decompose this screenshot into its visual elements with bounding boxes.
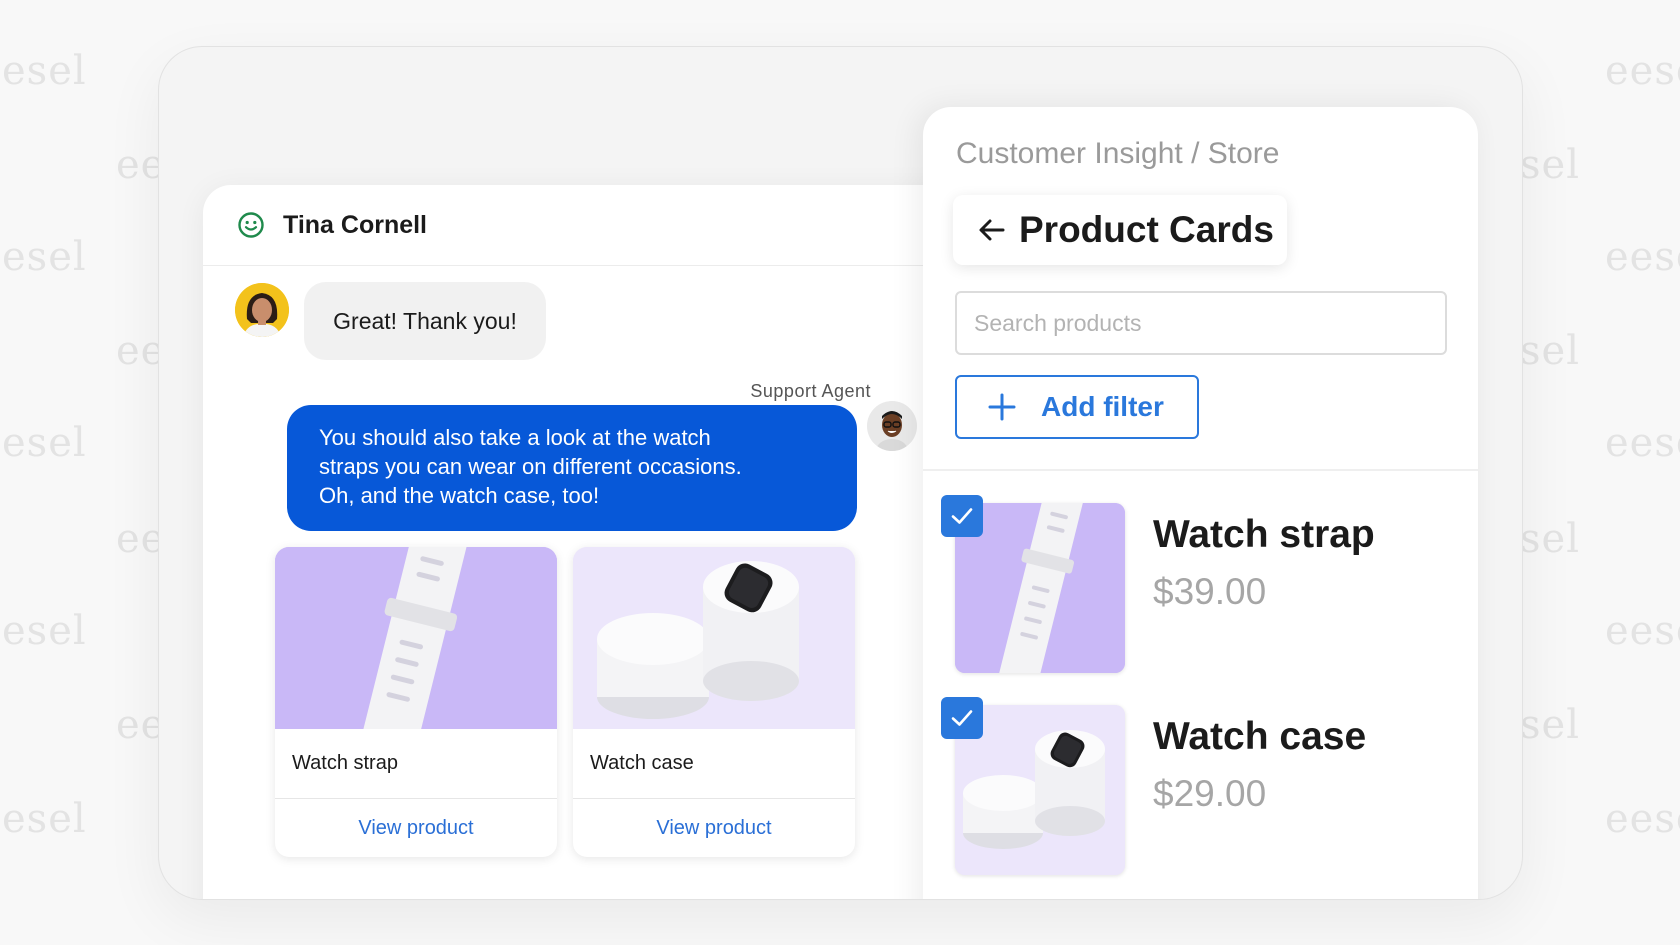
agent-avatar <box>867 401 917 451</box>
agent-message-line: Oh, and the watch case, too! <box>319 483 600 508</box>
product-item-watch-strap[interactable]: Watch strap $39.00 <box>941 495 1455 675</box>
product-name: Watch case <box>1153 715 1367 758</box>
agent-message-bubble: You should also take a look at the watch… <box>287 405 857 531</box>
smile-icon <box>237 211 265 239</box>
watch-strap-image <box>275 547 557 729</box>
view-product-link[interactable]: View product <box>275 799 557 857</box>
product-card-watch-strap[interactable]: Watch strap View product <box>275 547 557 857</box>
checkmark-icon <box>951 508 973 524</box>
customer-insight-panel: Customer Insight / Store Product Cards A… <box>923 107 1478 899</box>
divider <box>923 469 1478 471</box>
breadcrumb: Customer Insight / Store <box>956 137 1280 170</box>
plus-icon <box>987 392 1017 422</box>
product-name: Watch strap <box>275 729 557 799</box>
watch-case-image <box>573 547 855 729</box>
agent-message-line: You should also take a look at the watch <box>319 425 711 450</box>
customer-avatar <box>235 283 289 337</box>
product-checkbox[interactable] <box>941 697 983 739</box>
product-price: $29.00 <box>1153 773 1267 814</box>
search-input[interactable] <box>955 291 1447 355</box>
add-filter-button[interactable]: Add filter <box>955 375 1199 439</box>
agent-message-line: straps you can wear on different occasio… <box>319 454 742 479</box>
customer-message-bubble: Great! Thank you! <box>304 282 546 360</box>
product-name: Watch strap <box>1153 513 1375 556</box>
agent-label: Support Agent <box>750 381 871 401</box>
checkmark-icon <box>951 710 973 726</box>
device-frame: Tina Cornell Great! Thank you! Support A… <box>158 46 1523 900</box>
product-card-watch-case[interactable]: Watch case View product <box>573 547 855 857</box>
chat-panel: Tina Cornell Great! Thank you! Support A… <box>203 185 963 899</box>
chat-header: Tina Cornell <box>203 185 963 266</box>
contact-name: Tina Cornell <box>283 210 428 239</box>
view-product-link[interactable]: View product <box>573 799 855 857</box>
product-checkbox[interactable] <box>941 495 983 537</box>
page-title: Product Cards <box>1019 209 1274 250</box>
product-name: Watch case <box>573 729 855 799</box>
product-price: $39.00 <box>1153 571 1267 612</box>
product-cards-header[interactable]: Product Cards <box>953 195 1287 265</box>
product-item-watch-case[interactable]: Watch case $29.00 <box>941 697 1455 877</box>
add-filter-label: Add filter <box>1041 391 1164 422</box>
back-arrow-icon[interactable] <box>977 215 1007 245</box>
